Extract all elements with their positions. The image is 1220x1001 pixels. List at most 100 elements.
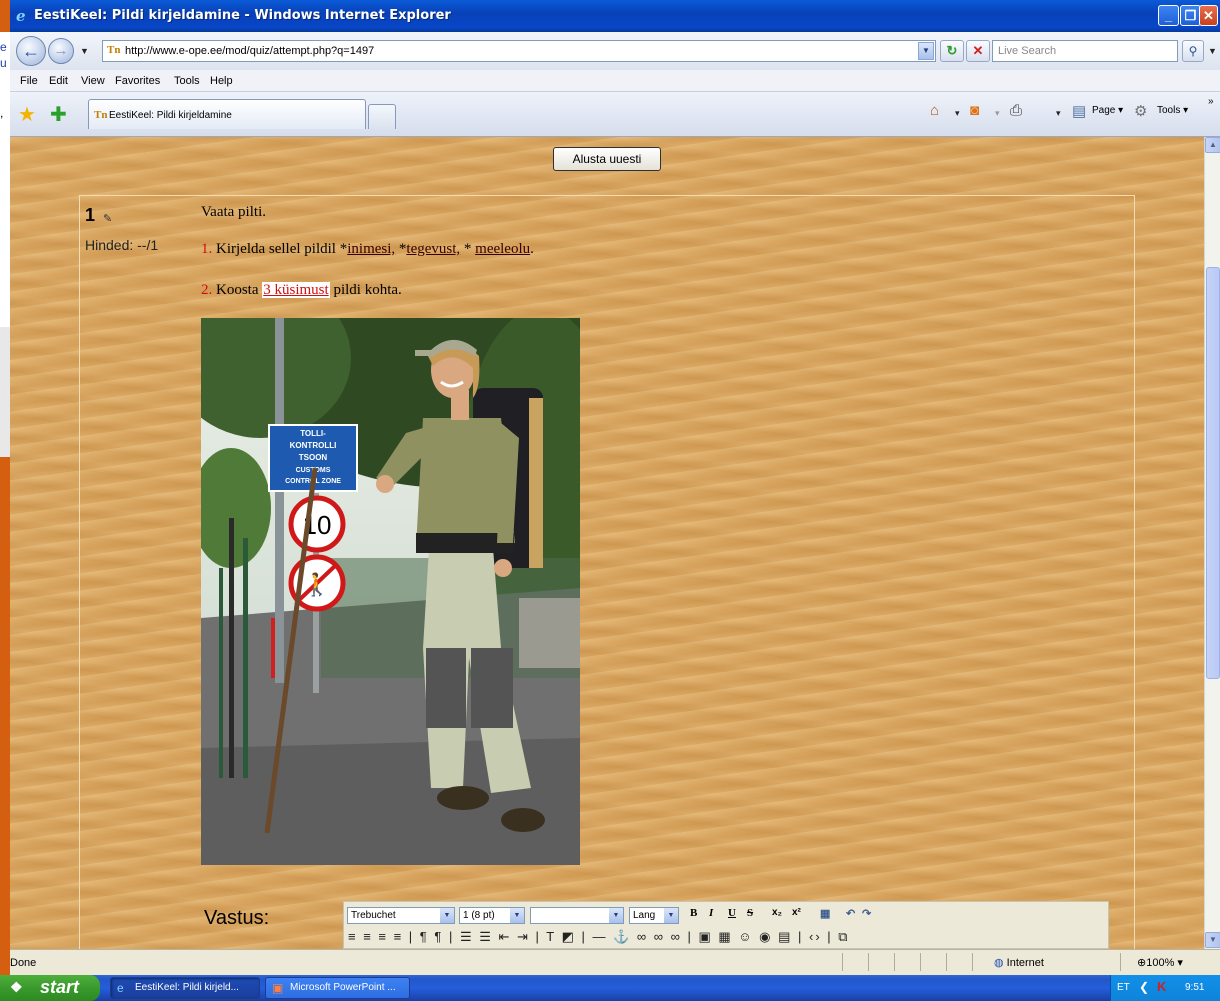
link-tegevust[interactable]: tegevust, xyxy=(406,241,460,257)
globe-icon: ◍ xyxy=(994,957,1004,969)
item-number: 1. xyxy=(201,241,213,257)
zoom-value: 100% xyxy=(1146,957,1175,969)
page-content: Alusta uuesti 1 ✎ Hinded: --/1 Vaata pil… xyxy=(10,137,1204,949)
chevron-down-icon: ▼ xyxy=(609,908,623,923)
site-favicon-icon: Tn xyxy=(107,44,121,56)
chevron-more-icon[interactable]: » xyxy=(1208,96,1214,107)
search-input[interactable]: Live Search xyxy=(992,40,1178,62)
window-title: EestiKeel: Pildi kirjeldamine - Windows … xyxy=(34,8,451,23)
back-button[interactable]: ← xyxy=(16,36,46,66)
ie-logo-icon: e xyxy=(16,7,26,25)
undo-icon[interactable]: ↶ xyxy=(846,907,855,920)
sign-line: TOLLI- xyxy=(300,429,326,438)
superscript-button[interactable]: x² xyxy=(792,907,801,918)
minimize-button[interactable]: _ xyxy=(1158,5,1179,26)
new-tab-button[interactable] xyxy=(368,104,396,129)
tab-eestikeel[interactable]: Tn EestiKeel: Pildi kirjeldamine xyxy=(88,99,366,129)
item-text: * xyxy=(460,241,476,257)
edit-question-icon[interactable]: ✎ xyxy=(103,212,112,225)
url-dropdown-icon[interactable]: ▼ xyxy=(918,42,934,60)
vertical-scrollbar[interactable]: ▲ ▼ xyxy=(1204,137,1220,949)
menu-favorites[interactable]: Favorites xyxy=(115,75,160,87)
answer-label: Vastus: xyxy=(204,907,270,929)
chevron-down-icon: ▼ xyxy=(510,908,524,923)
page-menu[interactable]: Page ▾ xyxy=(1092,105,1123,116)
home-dropdown-icon[interactable]: ▾ xyxy=(955,108,960,119)
url-field[interactable]: Tn http://www.e-ope.ee/mod/quiz/attempt.… xyxy=(102,40,936,62)
security-zone[interactable]: ◍ Internet xyxy=(994,956,1044,969)
feeds-icon[interactable]: ◙ xyxy=(970,102,979,119)
windows-logo-icon: ❖ xyxy=(10,979,23,995)
bold-button[interactable]: B xyxy=(690,907,697,919)
zoom-icon: ⊕ xyxy=(1137,957,1147,969)
ie-icon: e xyxy=(117,981,124,995)
print-dropdown-icon[interactable]: ▾ xyxy=(1056,108,1061,119)
link-inimesi[interactable]: inimesi, xyxy=(347,241,395,257)
taskbar: ❖ start e EestiKeel: Pildi kirjeld... ▣ … xyxy=(0,975,1220,1001)
link-3-kusimust[interactable]: 3 küsimust xyxy=(262,282,330,298)
stop-button[interactable]: ✕ xyxy=(966,40,990,62)
taskbar-item-label: EestiKeel: Pildi kirjeld... xyxy=(135,982,239,993)
chevron-down-icon: ▼ xyxy=(664,908,678,923)
redo-icon[interactable]: ↷ xyxy=(862,907,871,920)
paragraph-format-select[interactable]: ▼ xyxy=(530,907,624,924)
favorites-center-icon[interactable]: ★ xyxy=(18,102,36,127)
title-bar[interactable]: e EestiKeel: Pildi kirjeldamine - Window… xyxy=(10,0,1220,32)
font-size-select[interactable]: 1 (8 pt) ▼ xyxy=(459,907,525,924)
editor-toolbar-row-2[interactable]: ≡ ≡ ≡ ≡ | ¶ ¶ | ☰ ☰ ⇤ ⇥ | T ◩ | — ⚓ ∞ ∞ … xyxy=(348,929,850,945)
status-text: Done xyxy=(10,957,37,969)
scroll-down-icon[interactable]: ▼ xyxy=(1205,932,1220,948)
zone-label: Internet xyxy=(1006,957,1044,969)
menu-view[interactable]: View xyxy=(81,75,105,87)
link-meeleolu[interactable]: meeleolu xyxy=(475,241,530,257)
tray-arrow-icon[interactable]: ❮ xyxy=(1139,980,1149,994)
question-grade: Hinded: --/1 xyxy=(85,237,159,253)
question-item-2: 2. Koosta 3 küsimust pildi kohta. xyxy=(201,282,402,299)
chevron-down-icon: ▼ xyxy=(440,908,454,923)
maximize-button[interactable]: ❐ xyxy=(1180,5,1201,26)
clean-word-icon[interactable]: ▦ xyxy=(820,907,830,920)
language-value: Lang xyxy=(633,910,656,921)
page-icon: ▤ xyxy=(1072,103,1087,120)
tools-menu[interactable]: Tools ▾ xyxy=(1157,105,1188,116)
add-favorite-icon[interactable]: ✚ xyxy=(50,102,67,127)
refresh-button[interactable]: ↻ xyxy=(940,40,964,62)
strikethrough-button[interactable]: S xyxy=(747,907,753,919)
question-photo: TOLLI- KONTROLLI TSOON CUSTOMS CONTROL Z… xyxy=(201,318,580,865)
tab-bar: ★ ✚ Tn EestiKeel: Pildi kirjeldamine ⌂ ▾… xyxy=(10,92,1220,137)
subscript-button[interactable]: x₂ xyxy=(772,907,782,918)
search-icon[interactable]: ⚲ xyxy=(1182,40,1204,62)
forward-button[interactable]: → xyxy=(48,38,74,64)
background-text: , xyxy=(0,106,4,120)
language-indicator[interactable]: ET xyxy=(1117,982,1130,993)
item-text: * xyxy=(395,241,407,257)
taskbar-item-ie[interactable]: e EestiKeel: Pildi kirjeld... xyxy=(110,977,260,999)
search-options-icon[interactable]: ▼ xyxy=(1208,46,1217,56)
menu-edit[interactable]: Edit xyxy=(49,75,68,87)
scroll-thumb[interactable] xyxy=(1206,267,1220,679)
history-dropdown-icon[interactable]: ▼ xyxy=(80,46,89,56)
start-button[interactable]: ❖ start xyxy=(0,975,100,1001)
antivirus-icon[interactable]: K xyxy=(1157,979,1166,994)
feeds-dropdown-icon[interactable]: ▾ xyxy=(995,108,1000,119)
zoom-level[interactable]: ⊕100% ▾ xyxy=(1137,956,1183,969)
menu-file[interactable]: File xyxy=(20,75,38,87)
language-select[interactable]: Lang ▼ xyxy=(629,907,679,924)
menu-bar: File Edit View Favorites Tools Help xyxy=(10,70,1220,92)
item-number: 2. xyxy=(201,282,213,298)
status-divider xyxy=(946,953,947,971)
close-button[interactable]: ✕ xyxy=(1199,5,1218,26)
menu-help[interactable]: Help xyxy=(210,75,233,87)
home-icon[interactable]: ⌂ xyxy=(930,102,939,119)
italic-button[interactable]: I xyxy=(709,907,713,919)
font-family-select[interactable]: Trebuchet ▼ xyxy=(347,907,455,924)
scroll-up-icon[interactable]: ▲ xyxy=(1205,137,1220,153)
restart-quiz-button[interactable]: Alusta uuesti xyxy=(553,147,661,171)
taskbar-item-powerpoint[interactable]: ▣ Microsoft PowerPoint ... xyxy=(265,977,410,999)
font-size-value: 1 (8 pt) xyxy=(463,910,495,921)
print-icon[interactable]: ⎙ xyxy=(1010,102,1022,119)
underline-button[interactable]: U xyxy=(728,907,736,919)
menu-tools[interactable]: Tools xyxy=(174,75,200,87)
status-divider xyxy=(920,953,921,971)
status-divider xyxy=(972,953,973,971)
